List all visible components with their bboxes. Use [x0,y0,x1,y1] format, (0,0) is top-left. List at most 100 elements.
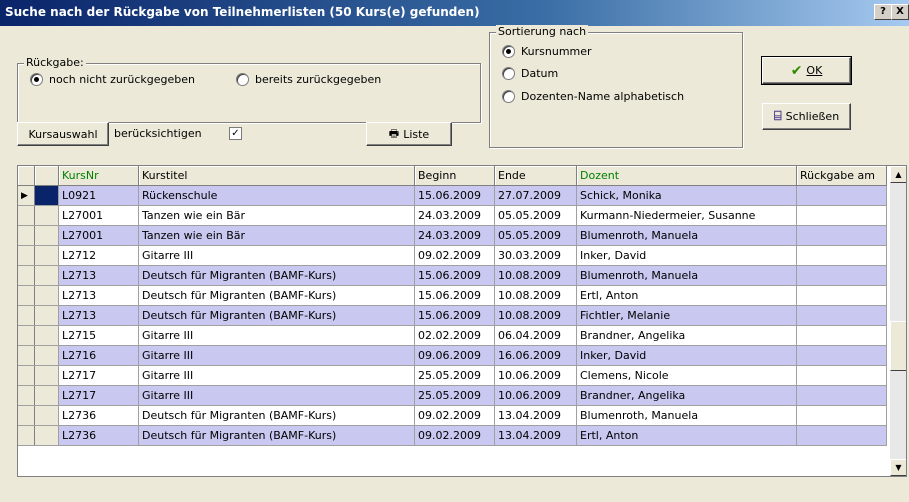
cell-rueckgabe-am[interactable] [796,345,887,366]
cell-kurstitel[interactable]: Gitarre III [138,385,415,406]
cell-ende[interactable]: 05.05.2009 [494,205,577,226]
cell-ende[interactable]: 10.08.2009 [494,305,577,326]
cell-dozent[interactable]: Blumenroth, Manuela [576,405,797,426]
row-indicator[interactable] [18,325,35,346]
cell-kurstitel[interactable]: Deutsch für Migranten (BAMF-Kurs) [138,425,415,446]
cell-beginn[interactable]: 15.06.2009 [414,285,495,306]
row-indicator[interactable] [18,425,35,446]
table-row[interactable]: L2716 Gitarre III 09.06.2009 16.06.2009 Inke… [18,345,887,366]
cell-rueckgabe-am[interactable] [796,325,887,346]
cell-kurstitel[interactable]: Rückenschule [138,185,415,206]
cell-dozent[interactable]: Kurmann-Niedermeier, Susanne [576,205,797,226]
row-selector[interactable] [34,265,59,286]
cell-dozent[interactable]: Clemens, Nicole [576,365,797,386]
cell-dozent[interactable]: Ertl, Anton [576,285,797,306]
cell-beginn[interactable]: 24.03.2009 [414,225,495,246]
row-selector[interactable] [34,405,59,426]
results-grid[interactable]: KursNr Kurstitel Beginn Ende Dozent Rück… [17,165,907,477]
row-selector[interactable] [34,325,59,346]
radio-dozent[interactable]: Dozenten-Name alphabetisch [502,90,684,103]
cell-rueckgabe-am[interactable] [796,205,887,226]
header-rueckgabe-am[interactable]: Rückgabe am [796,166,887,186]
row-selector[interactable] [34,185,59,206]
table-row[interactable]: L2717 Gitarre III 25.05.2009 10.06.2009 Bran… [18,385,887,406]
cell-kurstitel[interactable]: Gitarre III [138,325,415,346]
cell-ende[interactable]: 30.03.2009 [494,245,577,266]
cell-kursnr[interactable]: L0921 [58,185,139,206]
table-row[interactable]: L27001 Tanzen wie ein Bär 24.03.2009 05.05.… [18,205,887,226]
header-dozent[interactable]: Dozent [576,166,797,186]
cell-kursnr[interactable]: L2715 [58,325,139,346]
header-kurstitel[interactable]: Kurstitel [138,166,415,186]
cell-dozent[interactable]: Inker, David [576,245,797,266]
cell-ende[interactable]: 10.06.2009 [494,385,577,406]
cell-ende[interactable]: 10.08.2009 [494,285,577,306]
vertical-scrollbar[interactable]: ▲ ▼ [890,166,906,476]
cell-kurstitel[interactable]: Tanzen wie ein Bär [138,205,415,226]
row-indicator[interactable] [18,205,35,226]
table-row[interactable]: L2713 Deutsch für Migranten (BAMF-Kurs) 15… [18,305,887,326]
cell-ende[interactable]: 06.04.2009 [494,325,577,346]
cell-rueckgabe-am[interactable] [796,265,887,286]
scroll-up-icon[interactable]: ▲ [890,166,906,183]
radio-kursnummer[interactable]: Kursnummer [502,45,592,58]
beruecksichtigen-checkbox[interactable]: ✓ [229,127,242,140]
row-selector[interactable] [34,365,59,386]
cell-dozent[interactable]: Brandner, Angelika [576,325,797,346]
cell-ende[interactable]: 10.06.2009 [494,365,577,386]
scroll-down-icon[interactable]: ▼ [890,459,906,476]
liste-button[interactable]: 🖶 Liste [366,122,452,146]
table-row[interactable]: L2736 Deutsch für Migranten (BAMF-Kurs) 09… [18,405,887,426]
cell-kurstitel[interactable]: Tanzen wie ein Bär [138,225,415,246]
cell-rueckgabe-am[interactable] [796,365,887,386]
header-ende[interactable]: Ende [494,166,577,186]
cell-kurstitel[interactable]: Deutsch für Migranten (BAMF-Kurs) [138,305,415,326]
cell-rueckgabe-am[interactable] [796,305,887,326]
row-indicator[interactable] [18,225,35,246]
row-indicator[interactable] [18,365,35,386]
header-beginn[interactable]: Beginn [414,166,495,186]
row-indicator[interactable] [18,305,35,326]
row-indicator[interactable] [18,265,35,286]
cell-kurstitel[interactable]: Deutsch für Migranten (BAMF-Kurs) [138,285,415,306]
cell-dozent[interactable]: Blumenroth, Manuela [576,265,797,286]
cell-beginn[interactable]: 15.06.2009 [414,265,495,286]
row-indicator[interactable] [18,245,35,266]
kursauswahl-button[interactable]: Kursauswahl [17,122,109,146]
cell-beginn[interactable]: 09.02.2009 [414,245,495,266]
table-row[interactable]: L2713 Deutsch für Migranten (BAMF-Kurs) 15… [18,285,887,306]
table-row[interactable]: ▶ L0921 Rückenschule 15.06.2009 27.07.2009 Sc… [18,185,887,206]
cell-kursnr[interactable]: L2713 [58,305,139,326]
cell-ende[interactable]: 13.04.2009 [494,425,577,446]
cell-ende[interactable]: 05.05.2009 [494,225,577,246]
cell-rueckgabe-am[interactable] [796,385,887,406]
cell-kurstitel[interactable]: Deutsch für Migranten (BAMF-Kurs) [138,405,415,426]
cell-dozent[interactable]: Ertl, Anton [576,425,797,446]
ok-button[interactable]: ✔ OK [761,56,852,85]
cell-kurstitel[interactable]: Deutsch für Migranten (BAMF-Kurs) [138,265,415,286]
row-indicator[interactable] [18,345,35,366]
cell-dozent[interactable]: Inker, David [576,345,797,366]
cell-rueckgabe-am[interactable] [796,245,887,266]
scroll-thumb[interactable] [890,321,906,371]
table-row[interactable]: L2736 Deutsch für Migranten (BAMF-Kurs) 09… [18,425,887,446]
help-button[interactable]: ? [874,4,892,20]
cell-beginn[interactable]: 09.02.2009 [414,405,495,426]
row-selector[interactable] [34,305,59,326]
close-window-button[interactable]: X [891,4,909,20]
row-indicator[interactable]: ▶ [18,185,35,206]
row-indicator[interactable] [18,385,35,406]
cell-kursnr[interactable]: L27001 [58,205,139,226]
table-row[interactable]: L2713 Deutsch für Migranten (BAMF-Kurs) 15… [18,265,887,286]
row-indicator[interactable] [18,285,35,306]
row-selector[interactable] [34,425,59,446]
cell-beginn[interactable]: 09.02.2009 [414,425,495,446]
cell-dozent[interactable]: Blumenroth, Manuela [576,225,797,246]
cell-kursnr[interactable]: L2736 [58,405,139,426]
cell-dozent[interactable]: Schick, Monika [576,185,797,206]
cell-kursnr[interactable]: L27001 [58,225,139,246]
cell-rueckgabe-am[interactable] [796,185,887,206]
radio-bereits[interactable]: bereits zurückgegeben [236,73,381,86]
cell-dozent[interactable]: Fichtler, Melanie [576,305,797,326]
schliessen-button[interactable]: ⌸ Schließen [762,103,851,130]
